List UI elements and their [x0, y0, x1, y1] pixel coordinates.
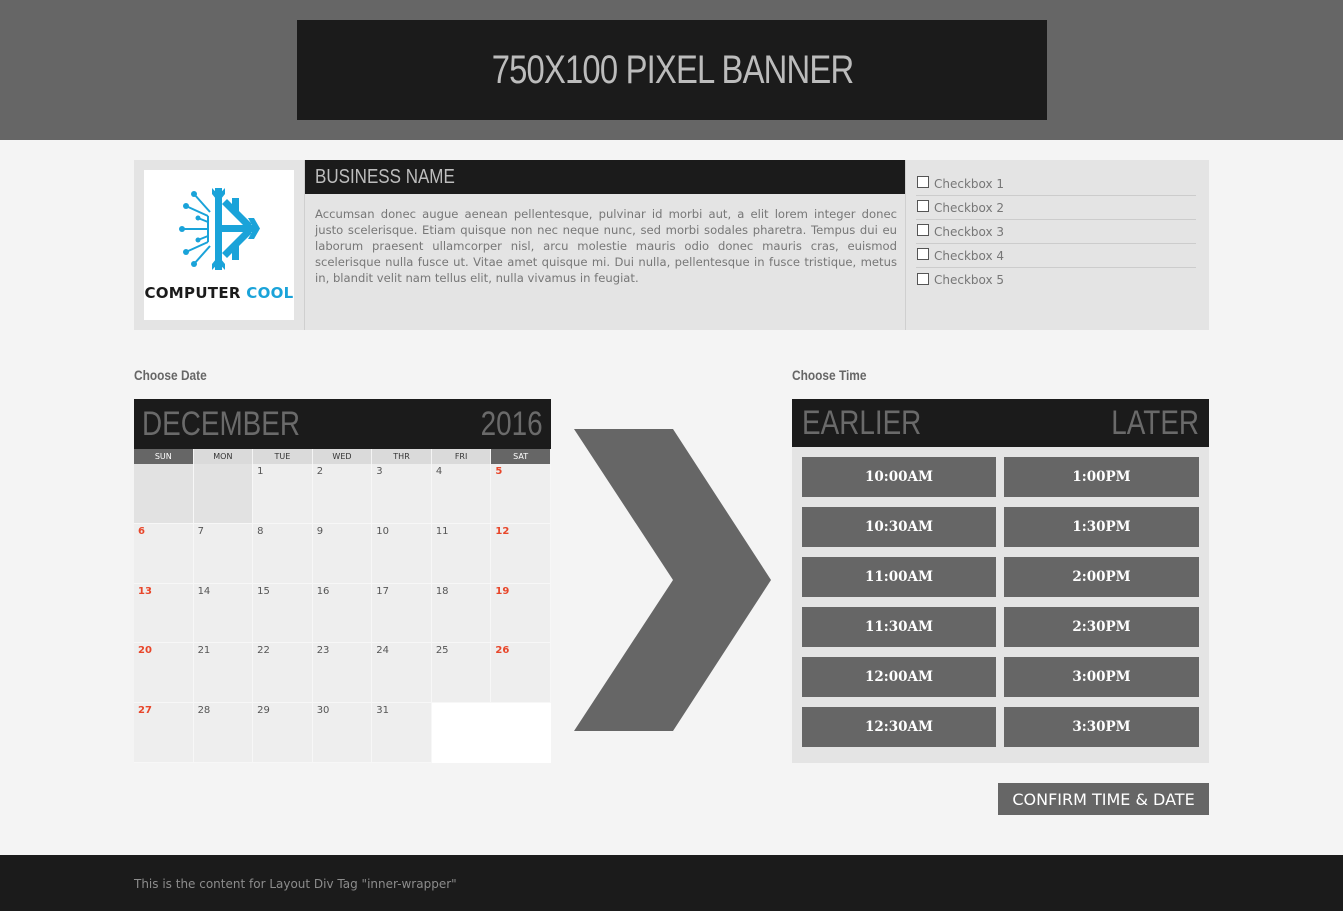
weekday-row: SUN MON TUE WED THR FRI SAT [134, 449, 551, 464]
choose-date-label: Choose Date [134, 367, 207, 383]
calendar-empty-cell [193, 464, 254, 524]
calendar-year: 2016 [480, 404, 543, 443]
checkbox-option-4[interactable]: Checkbox 4 [916, 244, 1196, 268]
calendar-day[interactable]: 10 [372, 523, 432, 584]
time-slot-button[interactable]: 3:30PM [1004, 707, 1199, 747]
calendar-day[interactable]: 25 [431, 643, 492, 704]
business-card: COMPUTER COOL BUSINESS NAME Accumsan don… [134, 160, 1209, 330]
calendar-day[interactable]: 16 [312, 583, 373, 644]
calendar-empty-cell [491, 703, 551, 763]
weekday-label: WED [312, 449, 373, 464]
checkbox-list: Checkbox 1 Checkbox 2 Checkbox 3 Checkbo… [916, 172, 1196, 292]
calendar-header: DECEMBER 2016 [134, 399, 551, 449]
footer: This is the content for Layout Div Tag "… [0, 855, 1343, 911]
date-calendar: DECEMBER 2016 SUN MON TUE WED THR FRI SAT 1234… [134, 399, 551, 763]
time-slot-button[interactable]: 11:00AM [802, 557, 996, 597]
time-slot-button[interactable]: 11:30AM [802, 607, 996, 647]
time-slot-button[interactable]: 1:30PM [1004, 507, 1199, 547]
choose-time-label: Choose Time [792, 367, 867, 383]
time-slot-button[interactable]: 10:30AM [802, 507, 996, 547]
checkbox-option-3[interactable]: Checkbox 3 [916, 220, 1196, 244]
calendar-month: DECEMBER [142, 404, 301, 443]
calendar-day[interactable]: 12 [491, 523, 551, 584]
calendar-day[interactable]: 8 [253, 523, 313, 584]
calendar-day[interactable]: 23 [312, 643, 373, 704]
calendar-grid: 1 2 3 4 5 6 7 8 9 10 11 12 13 14 15 16 17 18 19 20 21 22 23 24 2… [134, 464, 551, 763]
banner-text: 750X100 PIXEL BANNER [491, 47, 853, 92]
time-slot-grid: 10:00AM 1:00PM 10:30AM 1:30PM 11:00AM 2:00PM 1… [792, 447, 1209, 747]
business-logo: COMPUTER COOL [144, 170, 294, 320]
time-slot-button[interactable]: 2:00PM [1004, 557, 1199, 597]
confirm-button[interactable]: CONFIRM TIME & DATE [998, 783, 1209, 815]
calendar-day[interactable]: 4 [431, 464, 492, 524]
time-slot-button[interactable]: 1:00PM [1004, 457, 1199, 497]
checkbox-option-2[interactable]: Checkbox 2 [916, 196, 1196, 220]
calendar-day[interactable]: 2 [312, 464, 373, 524]
time-header: EARLIER LATER [792, 399, 1209, 447]
checkbox-label: Checkbox 1 [934, 176, 1005, 191]
calendar-empty-cell [431, 703, 492, 763]
weekday-label: SUN [134, 449, 194, 464]
weekday-label: THR [372, 449, 432, 464]
footer-text: This is the content for Layout Div Tag "… [134, 877, 457, 891]
calendar-day[interactable]: 27 [134, 703, 194, 763]
checkbox-label: Checkbox 5 [934, 273, 1005, 287]
card-divider [905, 160, 906, 330]
checkbox-label: Checkbox 2 [934, 200, 1005, 215]
snowflake-circuit-icon [179, 188, 260, 270]
ad-banner[interactable]: 750X100 PIXEL BANNER [297, 20, 1047, 120]
chevron-right-icon [574, 429, 771, 731]
calendar-day[interactable]: 6 [134, 523, 194, 584]
time-slot-button[interactable]: 12:30AM [802, 707, 996, 747]
checkbox[interactable] [917, 200, 929, 212]
calendar-day[interactable]: 13 [134, 583, 194, 644]
checkbox-label: Checkbox 4 [934, 248, 1005, 263]
calendar-day[interactable]: 15 [253, 583, 313, 644]
calendar-day[interactable]: 7 [193, 523, 254, 584]
time-slot-button[interactable]: 2:30PM [1004, 607, 1199, 647]
calendar-day[interactable]: 3 [372, 464, 432, 524]
business-description: Accumsan donec augue aenean pellentesque… [315, 207, 897, 285]
checkbox[interactable] [917, 272, 929, 285]
logo-wordmark: COMPUTER COOL [144, 284, 294, 302]
checkbox[interactable] [917, 176, 929, 188]
checkbox[interactable] [917, 248, 929, 260]
calendar-day[interactable]: 14 [193, 583, 254, 644]
calendar-day[interactable]: 28 [193, 703, 254, 763]
time-slot-button[interactable]: 12:00AM [802, 657, 996, 697]
calendar-day[interactable]: 18 [431, 583, 492, 644]
time-picker: EARLIER LATER 10:00AM 1:00PM 10:30AM 1:30PM… [792, 399, 1209, 763]
checkbox-option-1[interactable]: Checkbox 1 [916, 172, 1196, 196]
time-slot-button[interactable]: 3:00PM [1004, 657, 1199, 697]
weekday-label: TUE [253, 449, 313, 464]
calendar-day[interactable]: 26 [491, 643, 551, 704]
calendar-day[interactable]: 9 [312, 523, 373, 584]
calendar-day[interactable]: 11 [431, 523, 492, 584]
earlier-button[interactable]: EARLIER [802, 404, 921, 443]
calendar-day[interactable]: 19 [491, 583, 551, 644]
later-button[interactable]: LATER [1111, 404, 1199, 443]
calendar-day[interactable]: 20 [134, 643, 194, 704]
checkbox[interactable] [917, 224, 929, 236]
calendar-day[interactable]: 21 [193, 643, 254, 704]
weekday-label: FRI [431, 449, 492, 464]
checkbox-label: Checkbox 3 [934, 224, 1005, 239]
calendar-day[interactable]: 17 [372, 583, 432, 644]
weekday-label: MON [193, 449, 254, 464]
calendar-day[interactable]: 5 [491, 464, 551, 524]
calendar-day[interactable]: 1 [253, 464, 313, 524]
calendar-day[interactable]: 29 [253, 703, 313, 763]
calendar-empty-cell [134, 464, 194, 524]
calendar-day[interactable]: 31 [372, 703, 432, 763]
weekday-label: SAT [491, 449, 551, 464]
checkbox-option-5[interactable]: Checkbox 5 [916, 268, 1196, 292]
calendar-day[interactable]: 24 [372, 643, 432, 704]
calendar-day[interactable]: 22 [253, 643, 313, 704]
business-name: BUSINESS NAME [305, 160, 905, 194]
calendar-day[interactable]: 30 [312, 703, 373, 763]
time-slot-button[interactable]: 10:00AM [802, 457, 996, 497]
